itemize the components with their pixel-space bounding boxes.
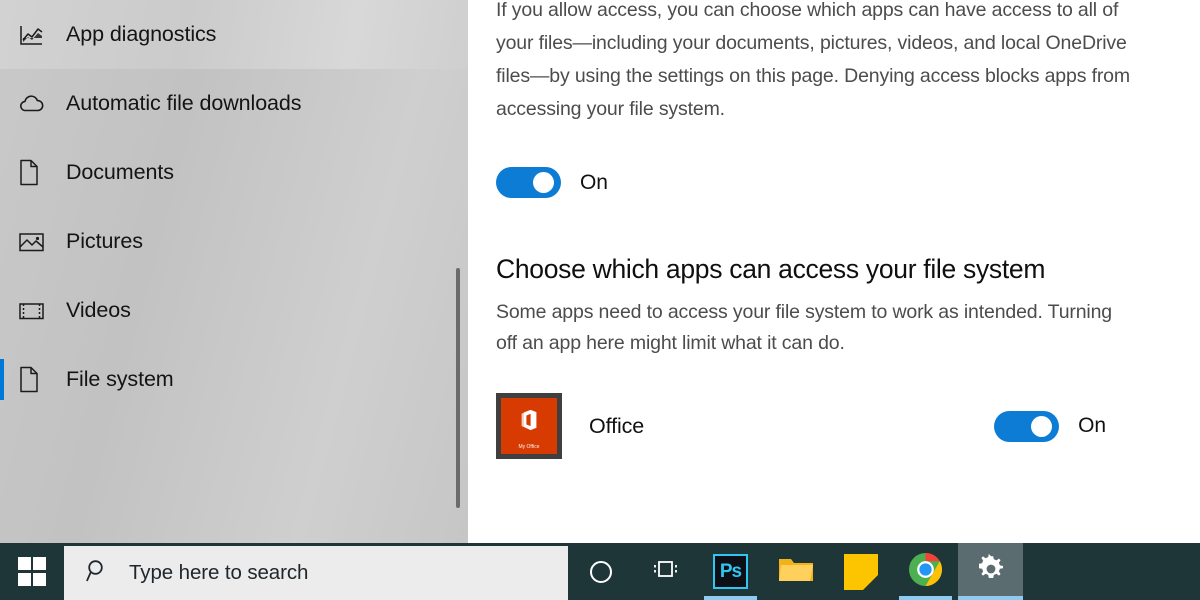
gear-icon <box>975 553 1007 590</box>
document-icon <box>18 158 52 188</box>
sidebar-scrollbar[interactable] <box>456 268 460 508</box>
sidebar-item-file-system[interactable]: File system <box>0 345 468 414</box>
sidebar-item-pictures[interactable]: Pictures <box>0 207 468 276</box>
settings-app-window: App diagnostics Automatic file downloads <box>0 0 1200 600</box>
sticky-note-icon <box>843 553 878 590</box>
file-system-access-toggle-row: On <box>496 167 1200 198</box>
search-placeholder-text: Type here to search <box>129 561 309 584</box>
office-logo-glyph <box>521 410 537 431</box>
search-input[interactable]: Type here to search <box>64 546 568 600</box>
folder-icon <box>777 553 815 590</box>
search-icon <box>86 559 109 587</box>
settings-window: App diagnostics Automatic file downloads <box>0 0 1200 543</box>
office-tile-caption: My Office <box>518 444 540 450</box>
app-toggle-state-label: On <box>1078 414 1106 437</box>
windows-logo-icon <box>17 557 47 586</box>
cortana-circle-icon <box>589 560 612 583</box>
settings-sidebar: App diagnostics Automatic file downloads <box>0 0 468 543</box>
sidebar-item-label: Videos <box>66 298 131 322</box>
taskbar-item-photoshop[interactable]: Ps <box>698 543 763 600</box>
taskbar-item-chrome[interactable] <box>893 543 958 600</box>
sidebar-item-videos[interactable]: Videos <box>0 276 468 345</box>
section-subtext: Some apps need to access your file syste… <box>496 301 1112 354</box>
taskbar-item-settings[interactable] <box>958 543 1023 600</box>
running-indicator <box>704 596 757 600</box>
office-access-toggle[interactable] <box>994 410 1060 442</box>
chrome-icon <box>908 552 943 592</box>
file-system-access-toggle[interactable] <box>496 167 561 198</box>
selection-accent-bar <box>0 359 4 400</box>
taskbar-icon-strip: Ps <box>568 543 1200 600</box>
sidebar-item-automatic-file-downloads[interactable]: Automatic file downloads <box>0 69 468 138</box>
sidebar-item-label: File system <box>66 367 174 391</box>
taskbar-item-sticky-notes[interactable] <box>828 543 893 600</box>
cloud-icon <box>18 89 52 119</box>
photoshop-icon: Ps <box>713 554 748 589</box>
section-heading: Choose which apps can access your file s… <box>496 254 1046 284</box>
sidebar-item-label: Automatic file downloads <box>66 91 302 115</box>
sidebar-item-app-diagnostics[interactable]: App diagnostics <box>0 0 468 69</box>
app-name-label: Office <box>589 413 645 438</box>
video-icon <box>18 296 52 326</box>
office-tile-icon: My Office <box>496 393 562 459</box>
sidebar-item-documents[interactable]: Documents <box>0 138 468 207</box>
sidebar-item-label: Pictures <box>66 229 143 253</box>
intro-paragraph: If you allow access, you can choose whic… <box>496 0 1130 120</box>
document-icon <box>18 365 52 395</box>
sidebar-item-label: App diagnostics <box>66 22 217 46</box>
settings-content-pane: If you allow access, you can choose whic… <box>468 0 1200 543</box>
taskbar-item-cortana[interactable] <box>568 543 633 600</box>
office-tile-fill: My Office <box>501 398 557 454</box>
app-toggle-wrapper: On <box>994 410 1106 442</box>
toggle-state-label: On <box>580 170 608 194</box>
task-view-icon <box>651 556 681 587</box>
sidebar-list: App diagnostics Automatic file downloads <box>0 0 468 414</box>
toggle-knob <box>533 172 554 193</box>
chart-icon <box>18 20 52 50</box>
running-indicator <box>958 596 1023 600</box>
toggle-knob <box>1031 415 1053 437</box>
taskbar: Type here to search Ps <box>0 543 1200 600</box>
picture-icon <box>18 227 52 257</box>
app-permission-row: My Office Office On <box>496 393 1106 459</box>
taskbar-item-task-view[interactable] <box>633 543 698 600</box>
sidebar-item-label: Documents <box>66 160 174 184</box>
running-indicator <box>899 596 952 600</box>
taskbar-item-file-explorer[interactable] <box>763 543 828 600</box>
start-button[interactable] <box>0 543 64 600</box>
